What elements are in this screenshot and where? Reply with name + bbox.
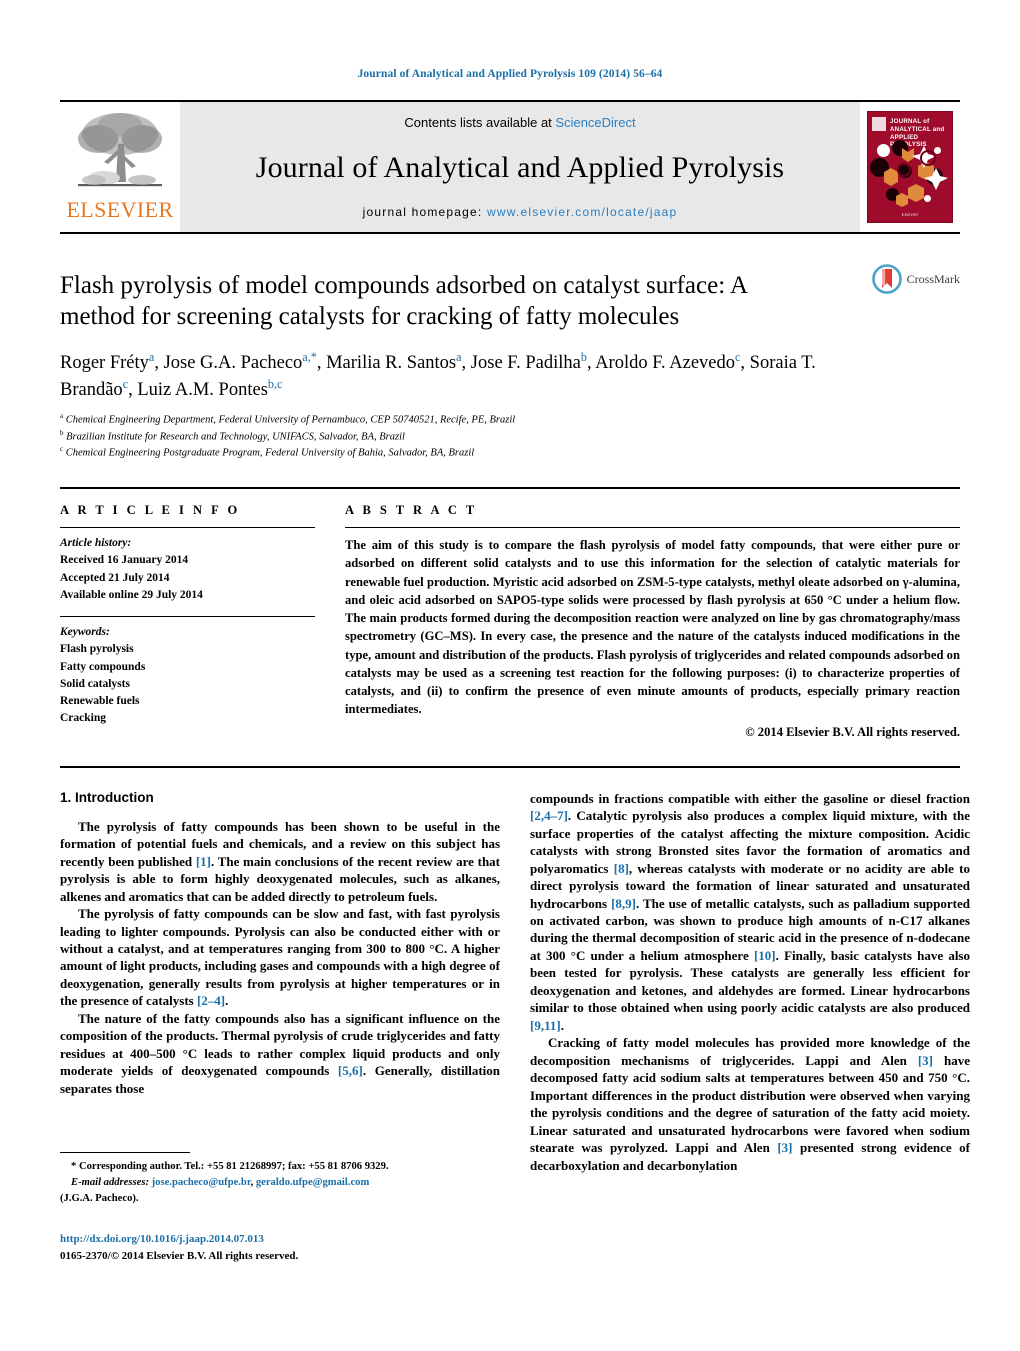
affiliation-text: Chemical Engineering Postgraduate Progra… (65, 447, 475, 459)
sciencedirect-link[interactable]: ScienceDirect (555, 115, 635, 130)
article-page: Journal of Analytical and Applied Pyroly… (0, 0, 1020, 1351)
affiliation-item: a Chemical Engineering Department, Feder… (60, 412, 960, 428)
crossmark-badge[interactable]: CrossMark (871, 264, 960, 294)
body-column-left: 1. Introduction The pyrolysis of fatty c… (60, 790, 500, 1175)
footnote-email-line: E-mail addresses: jose.pacheco@ufpe.br, … (60, 1175, 500, 1191)
keyword-item: Cracking (60, 712, 106, 725)
affiliation-text: Chemical Engineering Department, Federal… (65, 414, 516, 426)
corresponding-author-footnote: * Corresponding author. Tel.: +55 81 212… (60, 1152, 500, 1207)
paragraph: The pyrolysis of fatty compounds has bee… (60, 818, 501, 904)
footnote-rule (60, 1152, 190, 1153)
history-received: Received 16 January 2014 (60, 554, 189, 567)
author-list: Roger Frétya, Jose G.A. Pachecoa,*, Mari… (60, 349, 816, 401)
contents-prefix: Contents lists available at (404, 115, 556, 130)
info-abstract-block: A R T I C L E I N F O Article history: R… (60, 487, 960, 740)
journal-cover-thumbnail: JOURNAL of ANALYTICAL and APPLIED PYROLY… (867, 111, 953, 223)
paragraph: compounds in fractions compatible with e… (530, 790, 971, 1033)
abstract-heading: A B S T R A C T (345, 503, 478, 518)
keyword-item: Fatty compounds (60, 660, 146, 673)
running-head: Journal of Analytical and Applied Pyroly… (357, 68, 663, 80)
elsevier-wordmark: ELSEVIER (66, 197, 174, 222)
email-addresses-label: E-mail addresses: (71, 1176, 149, 1188)
affiliation-item: c Chemical Engineering Postgraduate Prog… (60, 445, 960, 461)
affiliation-text: Brazilian Institute for Research and Tec… (66, 431, 405, 443)
cover-publisher-label: Elsevier (901, 213, 919, 218)
article-history-block: Article history: Received 16 January 201… (60, 528, 315, 604)
abstract-copyright: © 2014 Elsevier B.V. All rights reserved… (745, 724, 960, 739)
affiliation-marker: b (60, 429, 64, 437)
keywords-block: Keywords: Flash pyrolysis Fatty compound… (60, 616, 315, 728)
history-accepted: Accepted 21 July 2014 (60, 571, 170, 584)
paragraph: The nature of the fatty compounds also h… (60, 1010, 500, 1096)
affiliation-item: b Brazilian Institute for Research and T… (60, 429, 960, 445)
footnote-corresponding-text: * Corresponding author. Tel.: +55 81 212… (71, 1161, 389, 1172)
journal-homepage-line: journal homepage: www.elsevier.com/locat… (363, 205, 678, 219)
issn-copyright-line: 0165-2370/© 2014 Elsevier B.V. All right… (60, 1249, 299, 1262)
keyword-item: Renewable fuels (60, 695, 140, 708)
doi-block: http://dx.doi.org/10.1016/j.jaap.2014.07… (60, 1231, 500, 1264)
journal-homepage-link[interactable]: www.elsevier.com/locate/jaap (487, 205, 677, 219)
cover-molecule-graphic (884, 146, 948, 207)
abstract-text: The aim of this study is to compare the … (345, 538, 960, 717)
elsevier-logo: ELSEVIER (60, 102, 180, 232)
abstract-column: A B S T R A C T The aim of this study is… (345, 503, 960, 740)
article-info-column: A R T I C L E I N F O Article history: R… (60, 503, 315, 740)
section-heading-introduction: 1. Introduction (60, 789, 154, 805)
footnote-corresponding-line: * Corresponding author. Tel.: +55 81 212… (60, 1159, 500, 1175)
body-columns: 1. Introduction The pyrolysis of fatty c… (60, 765, 970, 1175)
article-info-heading: A R T I C L E I N F O (60, 503, 241, 518)
affiliation-marker: c (60, 445, 64, 453)
email-link-primary[interactable]: jose.pacheco@ufpe.br (152, 1177, 251, 1188)
journal-cover-container: JOURNAL of ANALYTICAL and APPLIED PYROLY… (860, 102, 960, 232)
keyword-item: Solid catalysts (60, 677, 130, 690)
journal-title: Journal of Analytical and Applied Pyroly… (255, 150, 785, 184)
body-column-right: compounds in fractions compatible with e… (530, 790, 970, 1175)
email-link-secondary[interactable]: geraldo.ufpe@gmail.com (256, 1177, 369, 1188)
paragraph: The pyrolysis of fatty compounds can be … (60, 906, 500, 1009)
crossmark-label: CrossMark (906, 271, 960, 286)
title-block: Flash pyrolysis of model compounds adsor… (60, 264, 960, 461)
paragraph: Cracking of fatty model molecules has pr… (530, 1035, 971, 1173)
contents-available-line: Contents lists available at ScienceDirec… (404, 115, 635, 130)
crossmark-icon (871, 264, 902, 294)
affiliation-list: a Chemical Engineering Department, Feder… (60, 412, 960, 461)
homepage-prefix: journal homepage: (362, 205, 487, 219)
masthead-center-panel: Contents lists available at ScienceDirec… (180, 102, 860, 232)
keywords-label: Keywords: (60, 626, 110, 639)
doi-link[interactable]: http://dx.doi.org/10.1016/j.jaap.2014.07… (60, 1231, 500, 1248)
page-title: Flash pyrolysis of model compounds adsor… (60, 272, 747, 331)
keyword-item: Flash pyrolysis (60, 643, 134, 656)
history-available-online: Available online 29 July 2014 (60, 588, 203, 601)
journal-masthead: ELSEVIER Contents lists available at Sci… (60, 100, 960, 234)
elsevier-tree-icon (78, 113, 162, 187)
cover-elsevier-icon (872, 117, 886, 131)
footnote-email-attribution: (J.G.A. Pacheco). (60, 1192, 139, 1204)
affiliation-marker: a (60, 413, 64, 421)
article-history-label: Article history: (60, 537, 132, 550)
